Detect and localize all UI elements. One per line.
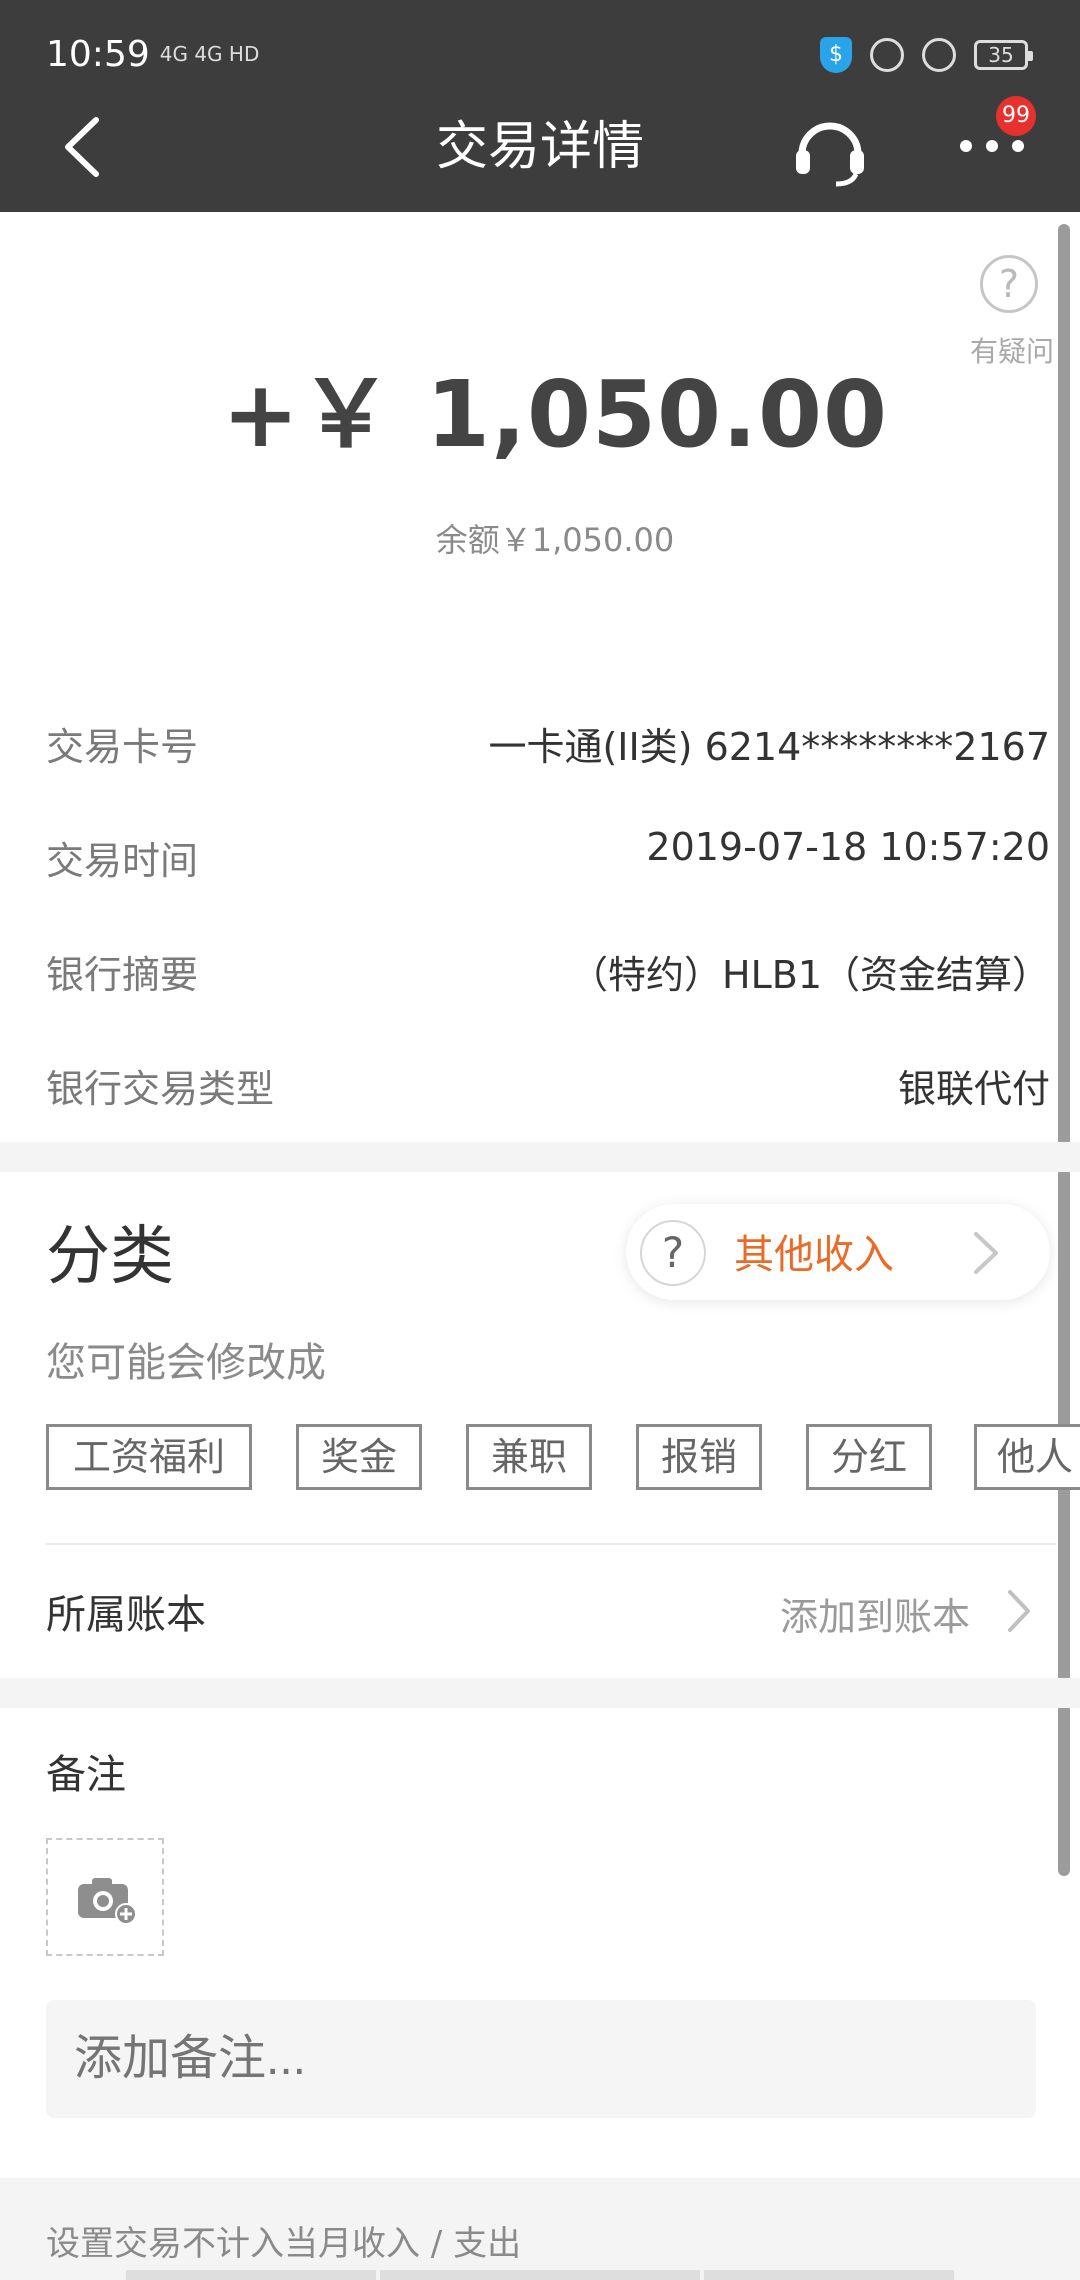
- question-icon: ?: [640, 1220, 706, 1286]
- headset-icon[interactable]: [790, 108, 870, 188]
- detail-value-card: 一卡通(II类) 6214********2167: [488, 725, 1050, 769]
- detail-value-time: 2019-07-18 10:57:20: [646, 825, 1050, 869]
- add-photo-button[interactable]: [46, 1838, 164, 1956]
- notification-badge: 99: [996, 96, 1036, 136]
- tab-stub: [380, 2270, 700, 2280]
- exclude-transaction-text[interactable]: 设置交易不计入当月收入 / 支出: [46, 2216, 521, 2265]
- transaction-amount: +￥ 1,050.00: [221, 361, 889, 468]
- page-title: 交易详情: [435, 117, 644, 177]
- camera-icon: [78, 1878, 137, 1924]
- category-title: 分类: [46, 1220, 174, 1294]
- chevron-right-icon: [974, 1232, 998, 1274]
- detail-label-type: 银行交易类型: [46, 1067, 275, 1111]
- section-divider: [0, 1142, 1080, 1172]
- alarm-icon: [922, 38, 956, 72]
- detail-value-type: 银联代付: [897, 1067, 1050, 1111]
- detail-label-time: 交易时间: [46, 839, 199, 883]
- signal-indicators: 4G 4G HD: [159, 42, 260, 66]
- category-chip[interactable]: 分红: [806, 1424, 932, 1490]
- category-chip[interactable]: 工资福利: [46, 1424, 252, 1490]
- add-to-account-book[interactable]: 添加到账本: [780, 1586, 970, 1641]
- category-selected: 其他收入: [734, 1232, 894, 1278]
- category-chip[interactable]: 他人: [974, 1424, 1080, 1490]
- lock-icon: [870, 38, 904, 72]
- chevron-right-icon[interactable]: [1004, 1584, 1034, 1638]
- section-divider: [0, 1678, 1080, 1708]
- battery-icon: 35: [974, 40, 1033, 70]
- balance-text: 余额￥1,050.00: [435, 521, 675, 559]
- shield-icon: $: [820, 37, 852, 73]
- detail-value-summary: （特约）HLB1（资金结算）: [570, 953, 1050, 997]
- account-book-label: 所属账本: [46, 1592, 206, 1638]
- detail-label-summary: 银行摘要: [46, 953, 199, 997]
- category-chip[interactable]: 奖金: [296, 1424, 422, 1490]
- note-title: 备注: [46, 1752, 126, 1798]
- tab-stub: [126, 2270, 376, 2280]
- category-chip[interactable]: 报销: [636, 1424, 762, 1490]
- status-icons: $ 35: [820, 32, 1033, 78]
- detail-label-card: 交易卡号: [46, 725, 199, 769]
- category-chip[interactable]: 兼职: [466, 1424, 592, 1490]
- question-icon[interactable]: ?: [980, 255, 1038, 313]
- status-time: 10:59: [46, 33, 150, 75]
- note-input[interactable]: [46, 2000, 1036, 2118]
- status-bar: 10:59 4G 4G HD: [46, 28, 259, 80]
- suggestion-label: 您可能会修改成: [46, 1340, 326, 1386]
- tab-stub: [704, 2270, 954, 2280]
- divider: [46, 1543, 1056, 1545]
